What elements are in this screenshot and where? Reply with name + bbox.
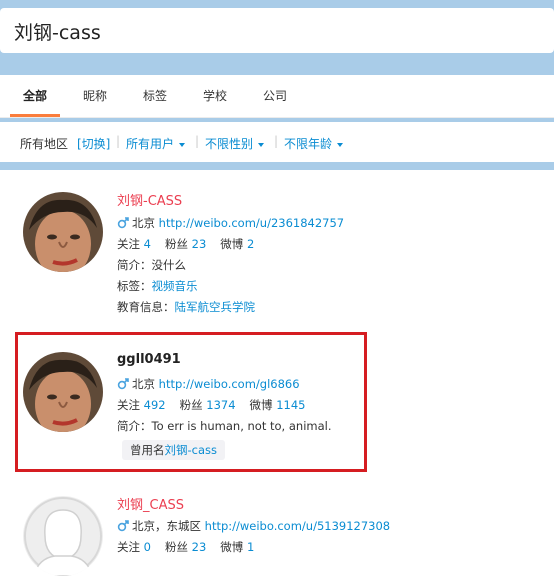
male-icon [117,378,129,390]
filter-bar: 所有地区 [切换] | 所有用户 | 不限性别 | 不限年龄 [0,122,554,162]
tab-company[interactable]: 公司 [263,87,287,104]
location-line: 北京 http://weibo.com/u/2361842757 [117,215,344,231]
chevron-down-icon [337,142,344,147]
bio: 简介：没什么 [117,258,186,272]
stats-line: 关注 492 粉丝 1374 微博 1145 [117,397,305,413]
chevron-down-icon [179,142,186,147]
fans-label: 粉丝 [164,540,188,554]
weibo-count[interactable]: 2 [247,237,254,251]
location-line: 北京，东城区 http://weibo.com/u/5139127308 [117,518,390,534]
profile-url-link[interactable]: http://weibo.com/u/2361842757 [159,216,344,230]
fans-count[interactable]: 23 [192,237,207,251]
fans-count[interactable]: 23 [192,540,207,554]
filter-gender-label: 不限性别 [205,137,254,151]
follow-label: 关注 [117,540,140,554]
search-query[interactable]: 刘钢-cass [14,18,101,45]
education-label: 教育信息： [117,300,175,314]
filter-age-label: 不限年龄 [284,137,333,151]
male-icon [117,217,129,229]
avatar[interactable] [23,192,103,272]
filter-users-dropdown[interactable]: 所有用户 [126,135,186,152]
weibo-label: 微博 [220,237,244,251]
avatar[interactable] [23,352,103,432]
filter-region-label: 所有地区 [20,137,69,151]
filter-age-dropdown[interactable]: 不限年龄 [284,135,344,152]
chevron-down-icon [258,142,265,147]
profile-url-link[interactable]: http://weibo.com/u/5139127308 [205,519,390,533]
bio: 简介：To err is human, not to, animal. [117,419,332,433]
filter-region-switch[interactable]: [切换] [77,135,110,152]
tab-tags[interactable]: 标签 [143,87,167,104]
follow-label: 关注 [117,237,140,251]
location-line: 北京 http://weibo.com/gl6866 [117,376,300,392]
tab-nickname[interactable]: 昵称 [83,87,107,104]
tab-bar: 全部 昵称 标签 学校 公司 [0,75,554,118]
stats-line: 关注 4 粉丝 23 微博 2 [117,236,254,252]
weibo-label: 微博 [220,540,244,554]
follow-count[interactable]: 492 [144,398,166,412]
former-name-badge: 曾用名刘钢-cass [122,440,226,460]
profile-url-link[interactable]: http://weibo.com/gl6866 [159,377,300,391]
fans-count[interactable]: 1374 [206,398,235,412]
user-name-link[interactable]: 刘钢_CASS [117,494,184,513]
follow-label: 关注 [117,398,140,412]
stats-line: 关注 0 粉丝 23 微博 1 [117,539,254,555]
tags-label: 标签： [117,279,152,293]
fans-label: 粉丝 [179,398,203,412]
follow-count[interactable]: 0 [144,540,151,554]
tag-link[interactable]: 视频音乐 [152,279,198,293]
location: 北京，东城区 [132,519,201,533]
location: 北京 [132,377,155,391]
education-line: 教育信息：陆军航空兵学院 [117,299,255,315]
user-name-link[interactable]: ggll0491 [117,352,181,367]
tab-all[interactable]: 全部 [23,87,47,104]
male-icon [117,520,129,532]
weibo-label: 微博 [249,398,273,412]
active-tab-indicator [10,114,60,117]
filter-separator: | [274,134,279,148]
former-name-link[interactable]: 刘钢-cass [165,443,218,457]
search-input[interactable]: 刘钢-cass [0,8,554,53]
weibo-count[interactable]: 1145 [276,398,305,412]
weibo-count[interactable]: 1 [247,540,254,554]
follow-count[interactable]: 4 [144,237,151,251]
user-name-link[interactable]: 刘钢-CASS [117,190,182,209]
filter-gender-dropdown[interactable]: 不限性别 [205,135,265,152]
tags-line: 标签：视频音乐 [117,278,198,294]
education-link[interactable]: 陆军航空兵学院 [175,300,256,314]
tab-school[interactable]: 学校 [203,87,227,104]
fans-label: 粉丝 [164,237,188,251]
avatar[interactable] [23,496,103,576]
former-name-label: 曾用名 [130,443,165,457]
filter-users-label: 所有用户 [126,137,175,151]
filter-separator: | [116,134,121,148]
filter-separator: | [195,134,200,148]
location: 北京 [132,216,155,230]
